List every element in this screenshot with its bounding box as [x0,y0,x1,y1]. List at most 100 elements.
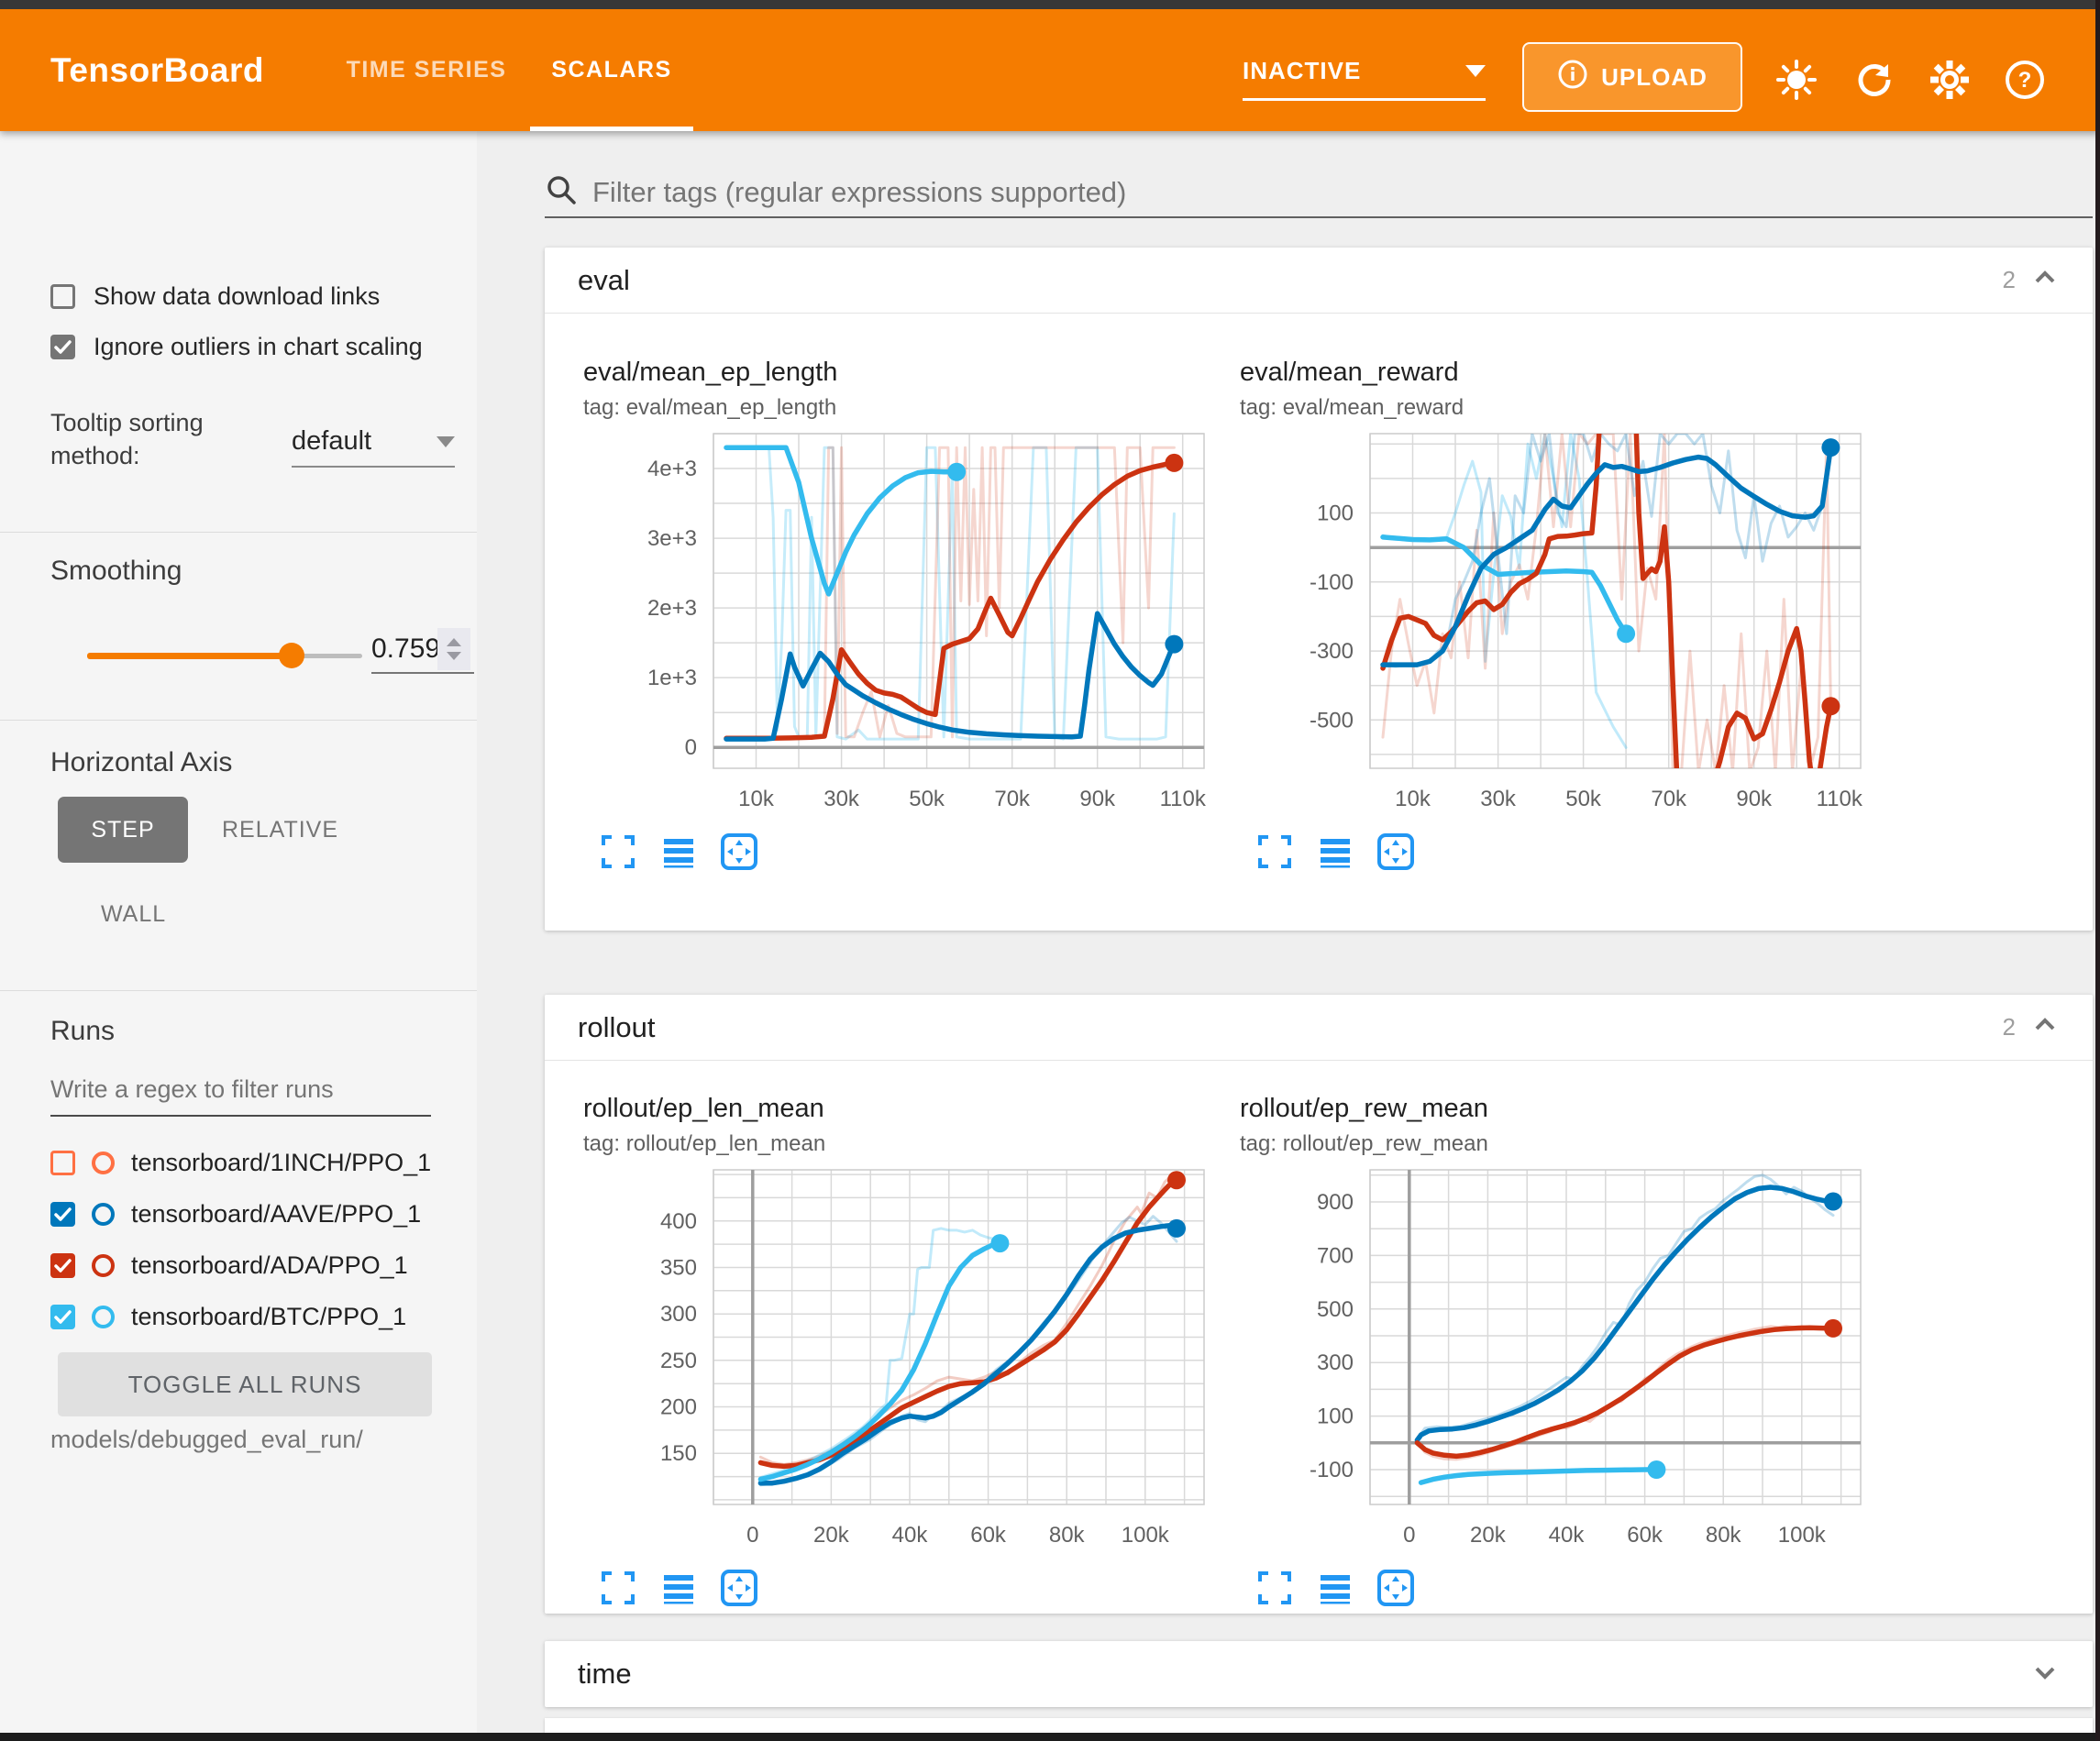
svg-text:100k: 100k [1778,1523,1827,1548]
fit-domain-icon[interactable] [719,1568,759,1608]
settings-gear-icon[interactable] [1928,58,1972,102]
svg-text:700: 700 [1317,1243,1354,1268]
tab-time-series[interactable]: TIME SERIES [335,9,518,131]
chart-rollout-ep-len-mean: rollout/ep_len_mean tag: rollout/ep_len_… [576,1094,1218,1636]
help-icon[interactable]: ? [2003,58,2047,102]
section-header-rollout[interactable]: rollout 2 [545,995,2093,1061]
svg-text:30k: 30k [1480,787,1517,811]
axis-wall-button[interactable]: WALL [101,901,166,928]
section-header-time[interactable]: time [545,1641,2093,1707]
app-title: TensorBoard [50,51,264,90]
run-color-ring-icon [92,1306,115,1328]
status-dropdown[interactable]: INACTIVE [1243,44,1486,101]
divider [0,990,477,991]
divider [0,720,477,721]
data-table-icon[interactable] [1315,832,1355,872]
axis-relative-button[interactable]: RELATIVE [222,817,338,843]
horizontal-axis-label: Horizontal Axis [50,747,232,778]
section-card-time: time [545,1641,2093,1707]
main-content: eval 2 eval/mean_ep_length tag: eval/mea… [477,131,2095,1733]
smoothing-slider[interactable] [87,643,362,668]
window-top-strip [0,0,2100,9]
runs-filter-input[interactable] [50,1075,431,1115]
svg-text:60k: 60k [1627,1523,1663,1548]
section-card-rollout: rollout 2 rollout/ep_len_mean tag: rollo… [545,995,2093,1614]
tab-scalars[interactable]: SCALARS [530,9,693,131]
chart-eval-mean-ep-length: eval/mean_ep_length tag: eval/mean_ep_le… [576,358,1218,899]
run-checkbox-icon [50,1305,75,1329]
svg-text:10k: 10k [1395,787,1431,811]
run-checkbox-icon [50,1253,75,1278]
run-row-btc[interactable]: tensorboard/BTC/PPO_1 [50,1298,406,1335]
search-icon [545,173,578,211]
smoothing-value-box [371,626,474,674]
svg-text:100k: 100k [1122,1523,1170,1548]
fullscreen-icon[interactable] [1254,832,1295,872]
next-section-card-edge [545,1718,2093,1733]
svg-text:500: 500 [1317,1297,1354,1322]
run-row-1inch[interactable]: tensorboard/1INCH/PPO_1 [50,1144,431,1181]
chevron-up-icon[interactable] [2030,1010,2060,1044]
svg-text:50k: 50k [909,787,945,811]
info-icon [1557,59,1588,96]
ignore-outliers-checkbox[interactable]: Ignore outliers in chart scaling [50,333,423,361]
chevron-down-icon [1465,65,1486,77]
svg-text:20k: 20k [813,1523,850,1548]
chart-plot-area[interactable]: 100-100-300-50010k30k50k70k90k110k [1232,424,1874,819]
run-color-ring-icon [92,1203,115,1226]
fullscreen-icon[interactable] [598,1568,638,1608]
smoothing-value-input[interactable] [371,634,437,665]
checkbox-label: Ignore outliers in chart scaling [94,333,423,361]
run-color-ring-icon [92,1151,115,1174]
chart-plot-area[interactable]: 01e+32e+33e+34e+310k30k50k70k90k110k [576,424,1218,819]
run-row-aave[interactable]: tensorboard/AAVE/PPO_1 [50,1196,421,1232]
chart-plot-area[interactable]: 900700500300100-100020k40k60k80k100k [1232,1161,1874,1555]
svg-text:?: ? [2018,68,2032,93]
data-table-icon[interactable] [1315,1568,1355,1608]
svg-text:110k: 110k [1817,787,1863,811]
tooltip-sorting-dropdown[interactable]: default [292,426,455,468]
axis-step-button[interactable]: STEP [58,797,188,863]
slider-knob[interactable] [279,643,304,668]
brightness-icon[interactable] [1774,58,1818,102]
svg-text:10k: 10k [738,787,775,811]
svg-text:300: 300 [1317,1350,1354,1375]
svg-text:70k: 70k [994,787,1031,811]
fit-domain-icon[interactable] [1376,832,1416,872]
svg-text:1e+3: 1e+3 [647,666,697,690]
svg-text:20k: 20k [1470,1523,1507,1548]
run-color-ring-icon [92,1254,115,1277]
fullscreen-icon[interactable] [1254,1568,1295,1608]
run-row-ada[interactable]: tensorboard/ADA/PPO_1 [50,1247,408,1284]
upload-button-label: UPLOAD [1601,63,1708,92]
tag-filter-input[interactable] [591,175,2093,210]
chart-plot-area[interactable]: 150200250300350400020k40k60k80k100k [576,1161,1218,1555]
show-download-links-checkbox[interactable]: Show data download links [50,282,380,311]
toggle-all-runs-button[interactable]: TOGGLE ALL RUNS [58,1352,432,1416]
svg-text:-500: -500 [1310,708,1354,733]
checkbox-icon [50,335,75,359]
svg-text:-300: -300 [1310,639,1354,664]
stepper-icon[interactable] [437,628,470,670]
upload-button[interactable]: UPLOAD [1522,42,1742,112]
app-header: TensorBoard TIME SERIES SCALARS INACTIVE… [0,9,2100,131]
data-table-icon[interactable] [658,832,699,872]
fit-domain-icon[interactable] [719,832,759,872]
svg-text:-100: -100 [1310,570,1354,595]
svg-text:110k: 110k [1160,787,1207,811]
svg-text:-100: -100 [1310,1458,1354,1482]
tensorboard-app: TensorBoard TIME SERIES SCALARS INACTIVE… [0,0,2100,1741]
smoothing-label: Smoothing [50,556,182,587]
checkbox-label: Show data download links [94,282,380,311]
data-table-icon[interactable] [658,1568,699,1608]
svg-text:0: 0 [685,735,697,760]
fit-domain-icon[interactable] [1376,1568,1416,1608]
svg-text:150: 150 [660,1441,697,1466]
section-header-eval[interactable]: eval 2 [545,248,2093,314]
svg-text:90k: 90k [1736,787,1773,811]
fullscreen-icon[interactable] [598,832,638,872]
chevron-down-icon[interactable] [2030,1658,2060,1691]
refresh-icon[interactable] [1852,58,1896,102]
chevron-up-icon[interactable] [2030,263,2060,297]
window-right-strip [2095,0,2100,1741]
